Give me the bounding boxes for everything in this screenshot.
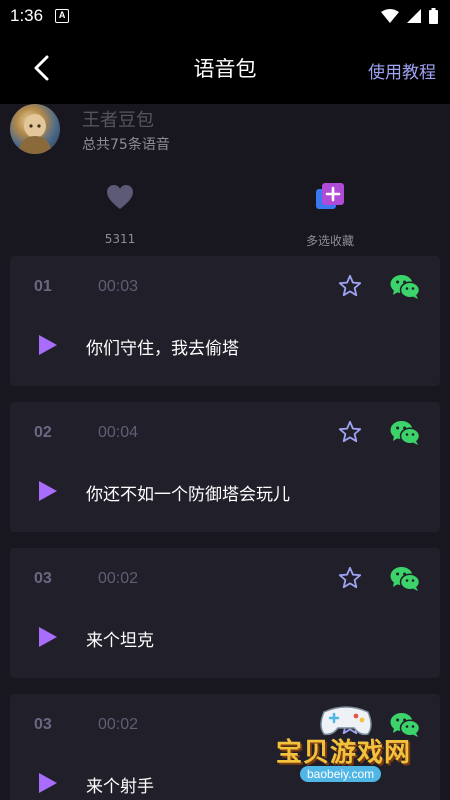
status-icons xyxy=(381,8,438,24)
star-favorite-icon[interactable] xyxy=(338,274,362,298)
watermark-text: 宝贝游戏网 xyxy=(276,738,412,768)
watermark-logo: 宝贝游戏网 baobeiy.com xyxy=(270,700,420,792)
status-bar: 1:36 A xyxy=(0,0,450,32)
voice-text: 来个射手 xyxy=(86,777,154,797)
action-row: 5311 多选收藏 xyxy=(0,176,450,252)
play-icon[interactable] xyxy=(38,480,58,502)
like-button[interactable]: 5311 xyxy=(60,176,180,252)
voice-index: 03 xyxy=(34,570,52,587)
voice-duration: 00:03 xyxy=(98,278,139,295)
page-title: 语音包 xyxy=(193,57,257,81)
voice-count: 总共75条语音 xyxy=(82,137,170,153)
back-arrow-icon[interactable] xyxy=(28,54,56,82)
voice-text: 来个坦克 xyxy=(86,631,154,651)
signal-icon xyxy=(407,9,421,23)
voice-item: 01 00:03 你们守住，我去偷塔 xyxy=(10,256,440,386)
status-time: 1:36 xyxy=(10,6,44,25)
like-count: 5311 xyxy=(104,232,136,246)
multi-select-favorite-button[interactable]: 多选收藏 xyxy=(270,176,390,252)
top-app-bar: 语音包 使用教程 xyxy=(0,32,450,104)
multi-select-add-icon xyxy=(316,183,344,209)
voice-duration: 00:02 xyxy=(98,716,139,733)
voice-item: 03 00:02 来个坦克 xyxy=(10,548,440,678)
avatar xyxy=(10,104,60,154)
voice-text: 你们守住，我去偷塔 xyxy=(86,339,239,359)
multi-select-label: 多选收藏 xyxy=(305,234,354,248)
watermark-url: baobeiy.com xyxy=(300,766,382,782)
voice-duration: 00:02 xyxy=(98,570,139,587)
voice-index: 03 xyxy=(34,716,52,733)
voice-item: 02 00:04 你还不如一个防御塔会玩儿 xyxy=(10,402,440,532)
wifi-icon xyxy=(381,9,399,23)
notification-a-icon: A xyxy=(55,9,70,23)
star-favorite-icon[interactable] xyxy=(338,566,362,590)
voice-pack-profile: 王者豆包 总共75条语音 xyxy=(10,104,440,158)
wechat-share-icon[interactable] xyxy=(390,566,420,592)
voice-index: 02 xyxy=(34,424,52,441)
play-icon[interactable] xyxy=(38,626,58,648)
hero-portrait-icon xyxy=(18,113,52,154)
voice-index: 01 xyxy=(34,278,52,295)
wechat-share-icon[interactable] xyxy=(390,274,420,300)
battery-icon xyxy=(429,8,438,24)
heart-icon xyxy=(107,185,133,209)
star-favorite-icon[interactable] xyxy=(338,420,362,444)
wechat-share-icon[interactable] xyxy=(390,420,420,446)
voice-pack-name: 王者豆包 xyxy=(82,110,154,131)
play-icon[interactable] xyxy=(38,772,58,794)
voice-text: 你还不如一个防御塔会玩儿 xyxy=(86,485,290,505)
play-icon[interactable] xyxy=(38,334,58,356)
voice-duration: 00:04 xyxy=(98,424,139,441)
tutorial-link[interactable]: 使用教程 xyxy=(368,58,436,83)
